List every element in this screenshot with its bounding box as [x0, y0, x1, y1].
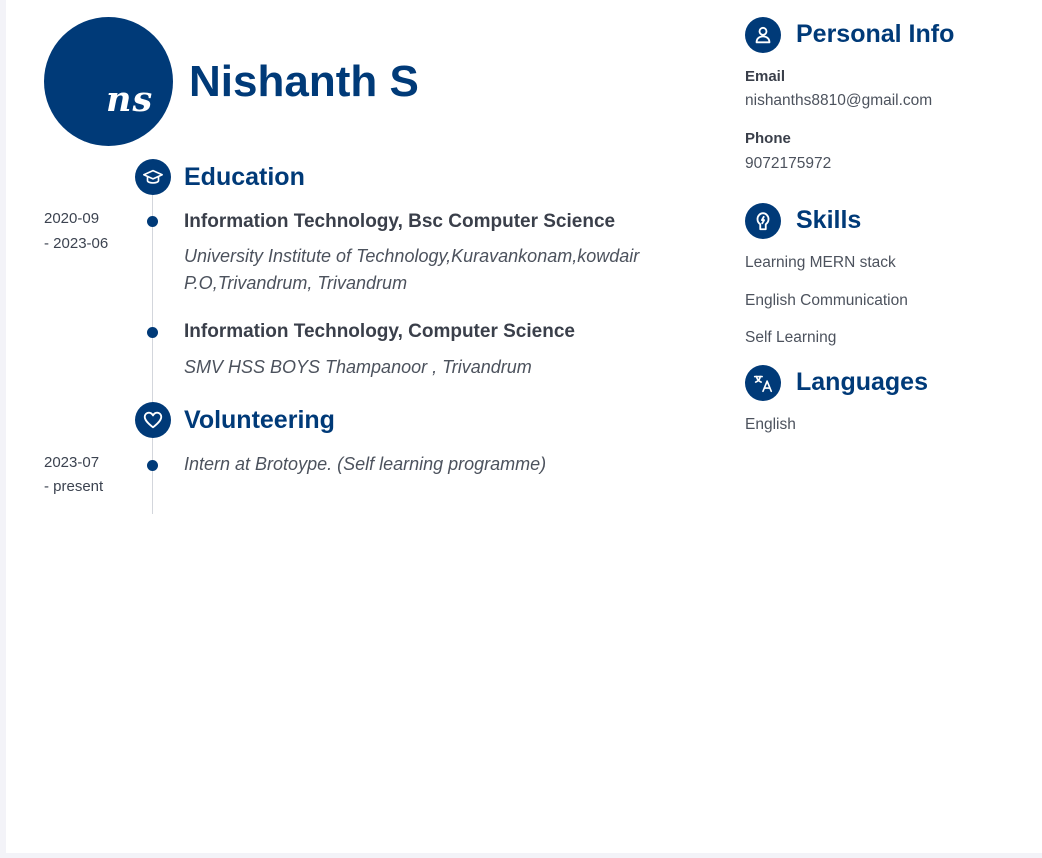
translate-icon: [745, 365, 781, 401]
volunteering-1-description: Intern at Brotoype. (Self learning progr…: [184, 454, 547, 474]
avatar-initials: ns: [106, 79, 154, 120]
email-value[interactable]: nishanths8810@gmail.com: [745, 91, 932, 111]
skill-item: Self Learning: [745, 329, 837, 346]
timeline-dot: [147, 327, 158, 338]
candidate-name: Nishanth S: [189, 57, 419, 106]
avatar: ns: [44, 17, 173, 146]
education-1-institution-line-2: P.O,Trivandrum, Trivandrum: [184, 273, 408, 293]
heart-icon: [135, 402, 171, 438]
education-1-date-end: - 2023-06: [44, 235, 109, 252]
volunteering-timeline-line: [152, 436, 153, 514]
education-heading: Education: [184, 163, 305, 191]
timeline-dot: [147, 460, 158, 471]
email-label: Email: [745, 68, 786, 85]
skill-item: English Communication: [745, 292, 908, 309]
languages-heading: Languages: [796, 368, 928, 396]
user-icon: [745, 17, 781, 53]
volunteering-1-date-start: 2023-07: [44, 454, 100, 471]
skills-heading: Skills: [796, 206, 862, 234]
education-2-institution: SMV HSS BOYS Thampanoor , Trivandrum: [184, 357, 532, 377]
volunteering-heading: Volunteering: [184, 406, 335, 434]
language-item: English: [745, 416, 796, 433]
lightbulb-icon: [745, 203, 781, 239]
graduation-cap-icon: [135, 159, 171, 195]
education-2-title: Information Technology, Computer Science: [184, 321, 575, 342]
volunteering-1-date-end: - present: [44, 478, 104, 495]
skill-item: Learning MERN stack: [745, 254, 896, 271]
education-1-title: Information Technology, Bsc Computer Sci…: [184, 211, 616, 232]
education-1-date-start: 2020-09: [44, 210, 100, 227]
phone-label: Phone: [745, 130, 791, 147]
personal-info-heading: Personal Info: [796, 20, 955, 48]
resume-page: ns Nishanth S Education 2020-09 - 2023-0…: [6, 0, 1042, 853]
education-1-institution-line-1: University Institute of Technology,Kurav…: [184, 246, 640, 266]
phone-value[interactable]: 9072175972: [745, 154, 831, 174]
timeline-dot: [147, 216, 158, 227]
